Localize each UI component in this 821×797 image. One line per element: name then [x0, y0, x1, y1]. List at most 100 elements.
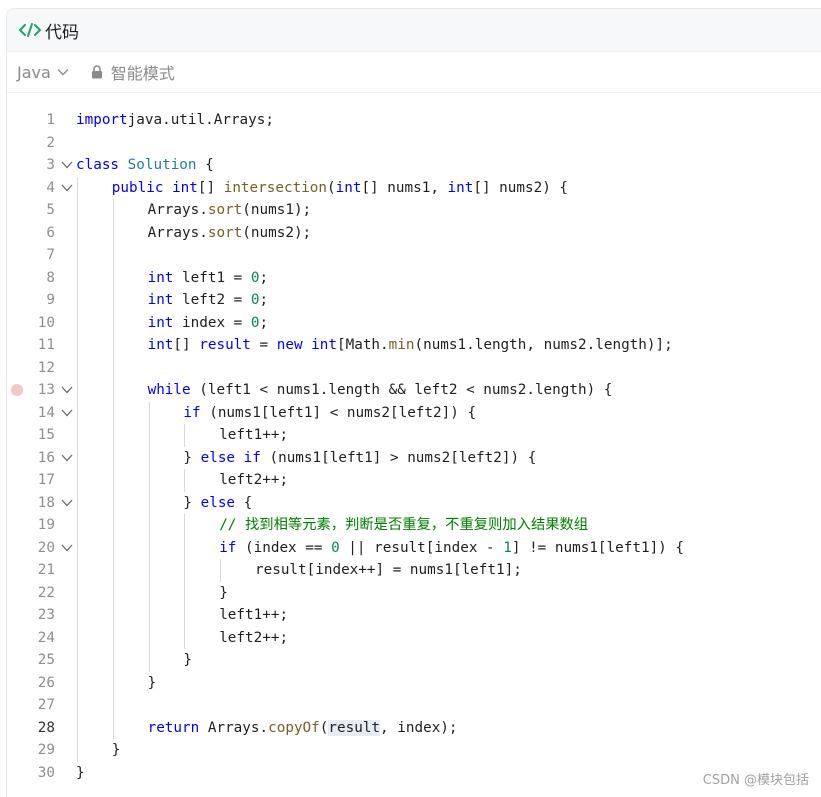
code-token: 0	[331, 539, 340, 556]
code-line[interactable]: 30}	[7, 762, 821, 785]
code-token: }	[147, 674, 157, 691]
code-text: int index = 0;	[148, 312, 269, 335]
code-token: || result[index -	[339, 539, 504, 556]
code-editor[interactable]: 1 importjava.util.Arrays; 2 3 class Solution…	[7, 101, 821, 797]
code-token: else	[200, 494, 236, 511]
code-text: left1++;	[219, 604, 288, 627]
code-line[interactable]: 8 int left1 = 0;	[7, 267, 821, 290]
code-line[interactable]: 1 importjava.util.Arrays;	[7, 109, 821, 132]
code-token: ;	[259, 269, 269, 286]
code-token: int	[147, 292, 174, 308]
code-text: int left1 = 0;	[148, 267, 269, 290]
code-token: index =	[173, 314, 251, 331]
indent-guide	[77, 176, 78, 762]
code-token: Arrays.	[147, 224, 208, 241]
code-token: sort	[207, 224, 243, 241]
code-line[interactable]: 26}	[7, 672, 821, 695]
code-line[interactable]: 9 int left2 = 0;	[7, 289, 821, 312]
watermark: CSDN @模块包括	[702, 773, 809, 788]
fold-chevron-icon[interactable]	[61, 543, 73, 553]
code-token: [] nums2) {	[473, 179, 569, 196]
fold-chevron-icon[interactable]	[61, 498, 73, 508]
code-line[interactable]: 17 left2++;	[7, 469, 821, 492]
code-token: 1	[503, 539, 512, 556]
line-number: 30	[37, 764, 55, 781]
code-line[interactable]: 27	[7, 694, 821, 717]
code-token: }	[76, 764, 85, 781]
code-line[interactable]: 13 while (left1 < nums1.length && left2 <…	[7, 379, 821, 402]
code-token: ;	[259, 292, 269, 308]
fold-chevron-icon[interactable]	[61, 408, 73, 418]
code-line[interactable]: 16} else if (nums1[left1] > nums2[left2]…	[7, 447, 821, 470]
line-number: 15	[37, 427, 55, 443]
code-line[interactable]: 7	[7, 244, 821, 267]
code-token: new	[276, 337, 303, 353]
code-token: int	[311, 337, 337, 353]
code-line[interactable]: 3 class Solution {	[7, 154, 821, 177]
code-text: return Arrays.copyOf(result, index);	[148, 717, 458, 740]
smart-mode-toggle[interactable]: 智能模式	[91, 60, 175, 84]
code-token: else if	[200, 449, 261, 466]
code-line[interactable]: 18} else {	[7, 492, 821, 515]
code-token: }	[183, 652, 192, 668]
code-token: (nums1.length, nums2.length)];	[414, 337, 673, 353]
code-line[interactable]: 2	[7, 132, 821, 155]
code-line[interactable]: 11 int[] result = new int[Math.min(nums1.…	[7, 334, 821, 357]
code-line[interactable]: 14 if (nums1[left1] < nums2[left2]) {	[7, 402, 821, 425]
code-line[interactable]: 23 left1++;	[7, 604, 821, 627]
code-text: class Solution {	[76, 154, 214, 177]
line-number: 5	[46, 202, 55, 218]
code-token: public	[111, 179, 164, 196]
code-line[interactable]: 29}	[7, 739, 821, 762]
line-number: 29	[37, 742, 55, 758]
code-token: intersection	[223, 179, 328, 196]
code-line[interactable]: 21 result[index++] = nums1[left1];	[7, 559, 821, 582]
code-text: } else if (nums1[left1] > nums2[left2]) …	[183, 447, 536, 470]
fold-chevron-icon[interactable]	[61, 385, 73, 395]
code-line[interactable]: 24 left2++;	[7, 627, 821, 650]
line-number: 25	[37, 652, 55, 668]
line-number: 17	[37, 472, 55, 488]
chevron-down-icon	[57, 69, 69, 76]
code-line[interactable]: 22}	[7, 582, 821, 605]
line-number: 8	[46, 269, 55, 286]
code-text: if (index == 0 || result[index - 1] != n…	[219, 537, 684, 560]
code-token: copyOf	[268, 719, 320, 736]
code-token: left2++;	[219, 472, 289, 488]
code-line[interactable]: 25}	[7, 649, 821, 672]
indent-guide	[184, 514, 186, 649]
code-token: import	[76, 112, 128, 128]
code-text: }	[183, 649, 192, 672]
indent-guide	[112, 199, 114, 739]
code-line[interactable]: 15 left1++;	[7, 424, 821, 447]
code-text: Arrays.sort(nums1);	[148, 199, 312, 222]
code-token: left2++;	[219, 629, 289, 646]
code-line[interactable]: 28 return Arrays.copyOf(result, index);	[7, 717, 821, 740]
code-line[interactable]: 4 public int[] intersection(int[] nums1, …	[7, 177, 821, 200]
line-number: 24	[37, 629, 55, 646]
code-token: [Math.	[337, 337, 389, 353]
code-token: }	[111, 742, 121, 758]
fold-chevron-icon[interactable]	[61, 160, 73, 170]
fold-chevron-icon[interactable]	[61, 183, 73, 193]
code-token: []	[173, 337, 200, 353]
code-token: while	[147, 382, 191, 398]
code-token: int	[447, 179, 474, 196]
code-line[interactable]: 10 int index = 0;	[7, 312, 821, 335]
editor-toolbar: Java 智能模式	[7, 52, 821, 93]
line-number: 6	[46, 224, 55, 241]
fold-chevron-icon[interactable]	[61, 453, 73, 463]
line-number: 18	[37, 494, 55, 511]
code-line[interactable]: 20 if (index == 0 || result[index - 1] !=…	[7, 537, 821, 560]
language-select[interactable]: Java	[17, 63, 69, 82]
line-number: 23	[37, 607, 55, 623]
code-line[interactable]: 5 Arrays.sort(nums1);	[7, 199, 821, 222]
code-line[interactable]: 19 // 找到相等元素，判断是否重复，不重复则加入结果数组	[7, 514, 821, 537]
code-line[interactable]: 6 Arrays.sort(nums2);	[7, 222, 821, 245]
code-text: }	[148, 672, 157, 695]
code-token: Arrays.	[147, 202, 208, 218]
code-token: 0	[250, 314, 260, 331]
code-line[interactable]: 12	[7, 357, 821, 380]
line-number: 20	[37, 539, 55, 556]
code-text: left2++;	[219, 627, 288, 650]
